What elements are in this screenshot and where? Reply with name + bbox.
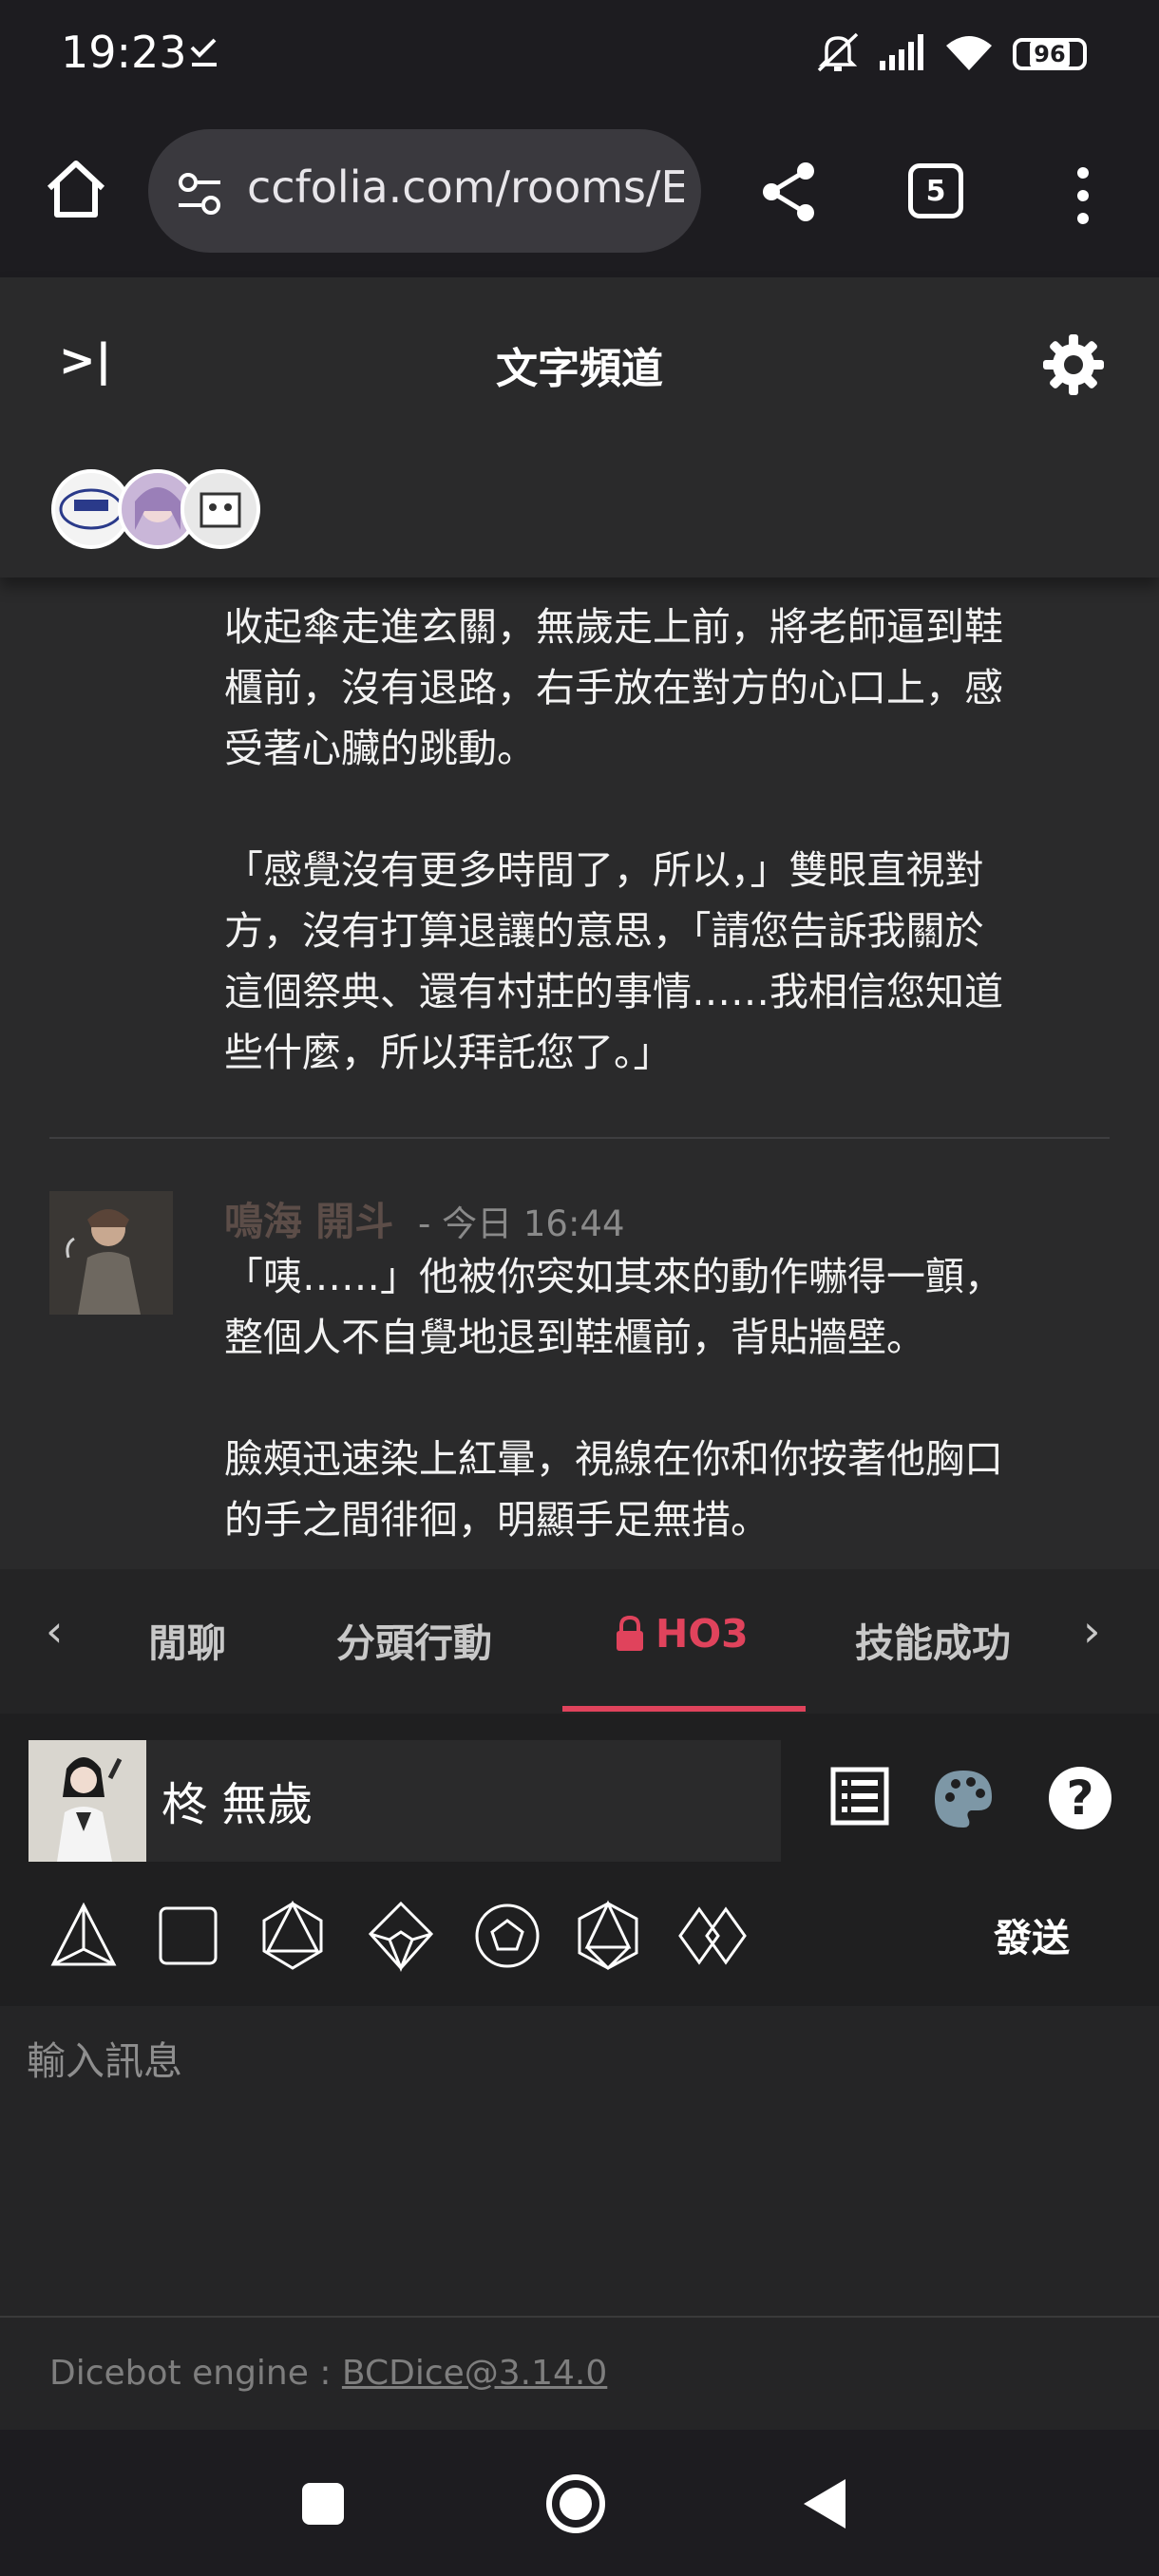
help-icon[interactable]: ? — [1049, 1767, 1112, 1829]
send-button[interactable]: 發送 — [994, 1907, 1070, 1962]
wifi-icon — [942, 32, 996, 84]
message-timestamp: - 今日 16:44 — [418, 1203, 625, 1244]
active-tab-indicator — [562, 1706, 806, 1712]
message-input[interactable] — [0, 2006, 1159, 2316]
lock-icon — [617, 1615, 643, 1651]
channel-title: 文字頻道 — [496, 345, 663, 393]
d20-die-icon[interactable] — [572, 1900, 644, 1972]
message-avatar[interactable] — [49, 1191, 173, 1315]
dicebot-label: Dicebot engine : — [49, 2354, 342, 2393]
site-settings-icon[interactable] — [175, 169, 224, 218]
tab-split-action[interactable]: 分頭行動 — [336, 1611, 492, 1668]
tab-chitchat[interactable]: 閒聊 — [148, 1611, 226, 1668]
bcdice-link[interactable]: BCDice@3.14.0 — [342, 2354, 607, 2393]
message-text: 收起傘走進玄關，無歲走上前，將老師逼到鞋 櫃前，沒有退路，右手放在對方的心口上，… — [224, 604, 1003, 1075]
check-icon — [186, 34, 224, 82]
signal-icon — [878, 32, 927, 84]
back-icon[interactable] — [788, 2468, 861, 2540]
tab-label: HO3 — [656, 1611, 749, 1657]
chevron-left-icon[interactable]: ‹ — [46, 1605, 63, 1657]
battery-level: 96 — [1030, 41, 1070, 67]
list-icon[interactable] — [828, 1765, 891, 1828]
mute-icon — [813, 32, 863, 84]
d10-die-icon[interactable] — [365, 1900, 437, 1973]
character-avatar[interactable] — [28, 1740, 146, 1862]
chevron-right-icon[interactable]: › — [1083, 1605, 1100, 1657]
home-nav-icon[interactable] — [540, 2468, 612, 2540]
d6-die-icon[interactable] — [152, 1900, 224, 1972]
palette-icon[interactable] — [929, 1765, 998, 1833]
d12-die-icon[interactable] — [471, 1900, 543, 1972]
home-icon[interactable] — [38, 152, 114, 228]
d100-die-icon[interactable] — [674, 1900, 750, 1972]
url-text[interactable]: ccfolia.com/rooms/Er — [247, 161, 684, 213]
tab-skill-success[interactable]: 技能成功 — [855, 1611, 1011, 1668]
share-icon[interactable] — [750, 154, 826, 230]
tab-ho3[interactable]: HO3 — [614, 1611, 749, 1657]
member-avatar[interactable] — [180, 469, 260, 549]
d8-die-icon[interactable] — [256, 1900, 329, 1972]
battery-indicator: 96 — [1013, 38, 1087, 70]
dicebot-info: Dicebot engine : BCDice@3.14.0 — [49, 2354, 607, 2393]
status-time: 19:23 — [61, 27, 187, 78]
tab-switcher-button[interactable]: 5 — [908, 163, 963, 218]
message-author: 鳴海 開斗 — [224, 1199, 394, 1244]
more-menu-icon[interactable] — [1064, 158, 1102, 234]
gear-icon[interactable] — [1039, 331, 1108, 399]
character-name: 柊 無歲 — [162, 1778, 314, 1831]
recents-icon[interactable] — [287, 2468, 359, 2540]
d4-die-icon[interactable] — [48, 1900, 120, 1972]
message-text: 「咦……」他被你突如其來的動作嚇得一顫， 整個人不自覺地退到鞋櫃前，背貼牆壁。 … — [224, 1254, 1003, 1543]
message-divider — [49, 1137, 1110, 1139]
